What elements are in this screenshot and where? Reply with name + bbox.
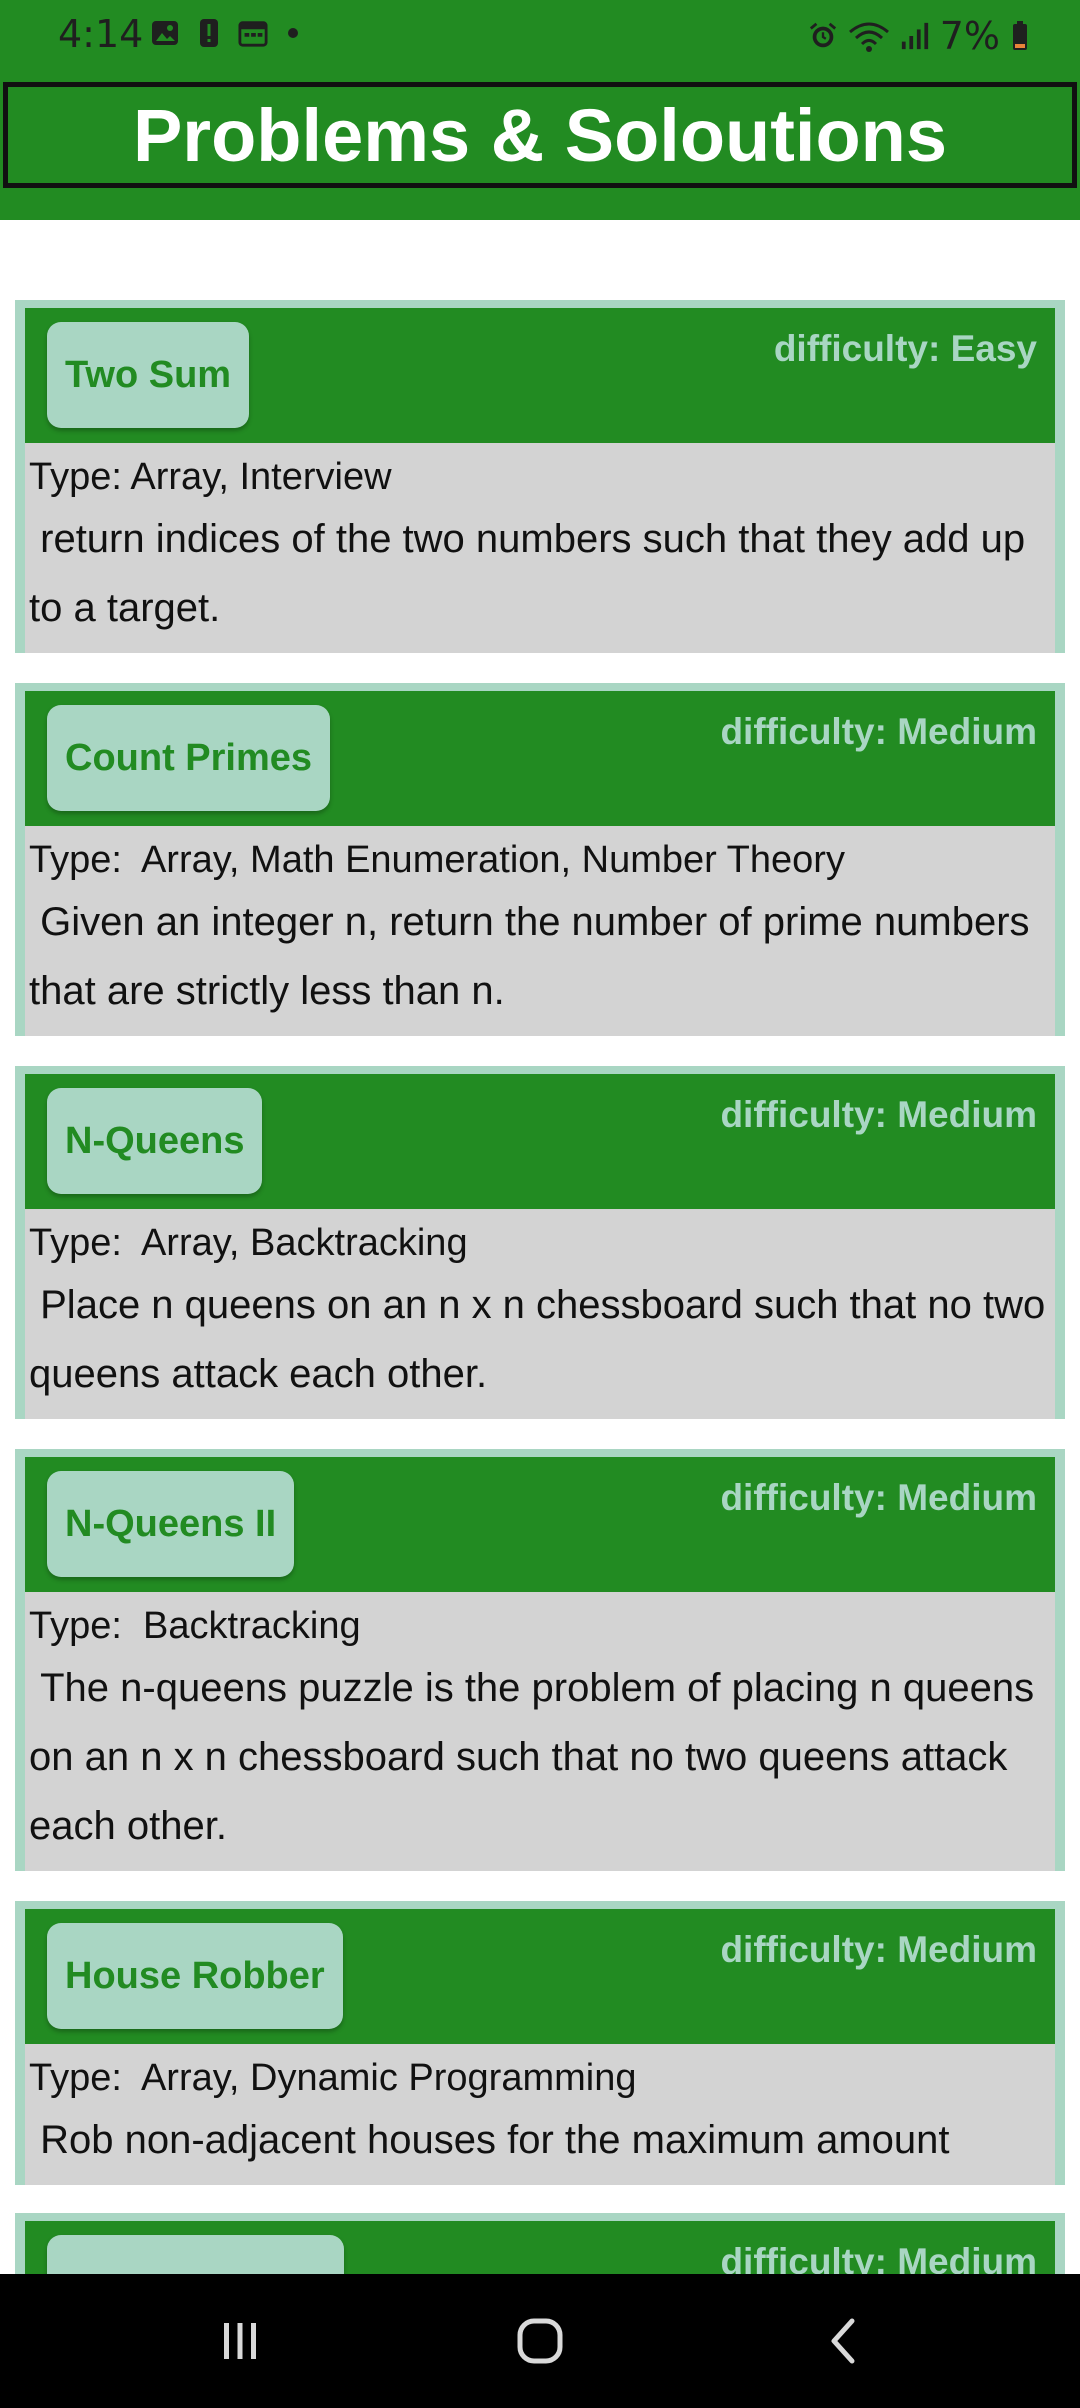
system-nav-bar [0,2274,1080,2408]
problem-description: Given an integer n, return the number of… [29,900,1041,1013]
problem-name-button[interactable]: Count Primes [47,705,331,811]
status-icons-left [150,18,298,48]
problem-type: Type: Array, Backtracking [29,1222,468,1264]
card-body: Type: Backtracking The n-queens puzzle i… [25,1592,1055,1871]
difficulty-label: difficulty: Medium [720,2241,1037,2274]
card-body: Type: Array, Interview return indices of… [25,443,1055,653]
difficulty-label: difficulty: Easy [773,328,1037,369]
recent-apps-icon[interactable] [200,2304,280,2378]
alert-icon [194,18,224,48]
app-header: Problems & Soloutions [0,70,1080,220]
problem-card[interactable]: difficulty: Medium [15,2213,1065,2274]
card-header: difficulty: Medium [25,2221,1055,2274]
problem-description: The n-queens puzzle is the problem of pl… [29,1666,1046,1848]
card-header: House Robber difficulty: Medium [25,1909,1055,2044]
problem-card[interactable]: N-Queens difficulty: Medium Type: Array,… [15,1066,1065,1419]
status-icons-right: 7% [808,14,1030,58]
card-body: Type: Array, Math Enumeration, Number Th… [25,826,1055,1036]
title-box: Problems & Soloutions [3,82,1077,188]
problem-name-button[interactable]: Two Sum [47,322,250,428]
battery-percent: 7% [939,14,1000,58]
problem-description: Place n queens on an n x n chessboard su… [29,1283,1057,1396]
problem-card[interactable]: N-Queens II difficulty: Medium Type: Bac… [15,1449,1065,1871]
alarm-icon [808,21,838,51]
status-bar: 4:14 7% [0,0,1080,70]
problem-name-button[interactable]: N-Queens [47,1088,263,1194]
card-header: Count Primes difficulty: Medium [25,691,1055,826]
problem-description: Rob non-adjacent houses for the maximum … [29,2118,950,2162]
problem-type: Type: Array, Dynamic Programming [29,2057,637,2099]
gallery-icon [150,18,180,48]
problem-name-button[interactable] [47,2235,344,2274]
difficulty-label: difficulty: Medium [720,1477,1037,1518]
problem-name-button[interactable]: House Robber [47,1923,343,2029]
card-header: N-Queens II difficulty: Medium [25,1457,1055,1592]
card-body: Type: Array, Backtracking Place n queens… [25,1209,1055,1419]
back-icon[interactable] [804,2304,884,2378]
calendar-icon [238,18,268,48]
problem-list[interactable]: Two Sum difficulty: Easy Type: Array, In… [0,220,1080,2274]
problem-card[interactable]: Count Primes difficulty: Medium Type: Ar… [15,683,1065,1036]
status-time: 4:14 [58,12,144,56]
difficulty-label: difficulty: Medium [720,711,1037,752]
signal-icon [900,21,930,51]
page-title: Problems & Soloutions [132,93,948,177]
problem-type: Type: Array, Interview [29,456,392,498]
problem-card[interactable]: Two Sum difficulty: Easy Type: Array, In… [15,300,1065,653]
notification-dot-icon [288,28,298,38]
difficulty-label: difficulty: Medium [720,1094,1037,1135]
problem-type: Type: Array, Math Enumeration, Number Th… [29,839,845,881]
battery-icon [1010,21,1030,51]
problem-name-button[interactable]: N-Queens II [47,1471,295,1577]
problem-type: Type: Backtracking [29,1605,361,1647]
difficulty-label: difficulty: Medium [720,1929,1037,1970]
card-body: Type: Array, Dynamic Programming Rob non… [25,2044,1055,2185]
problem-description: return indices of the two numbers such t… [29,517,1037,630]
problem-card[interactable]: House Robber difficulty: Medium Type: Ar… [15,1901,1065,2185]
home-icon[interactable] [500,2304,580,2378]
card-header: Two Sum difficulty: Easy [25,308,1055,443]
card-header: N-Queens difficulty: Medium [25,1074,1055,1209]
wifi-icon [848,21,890,52]
